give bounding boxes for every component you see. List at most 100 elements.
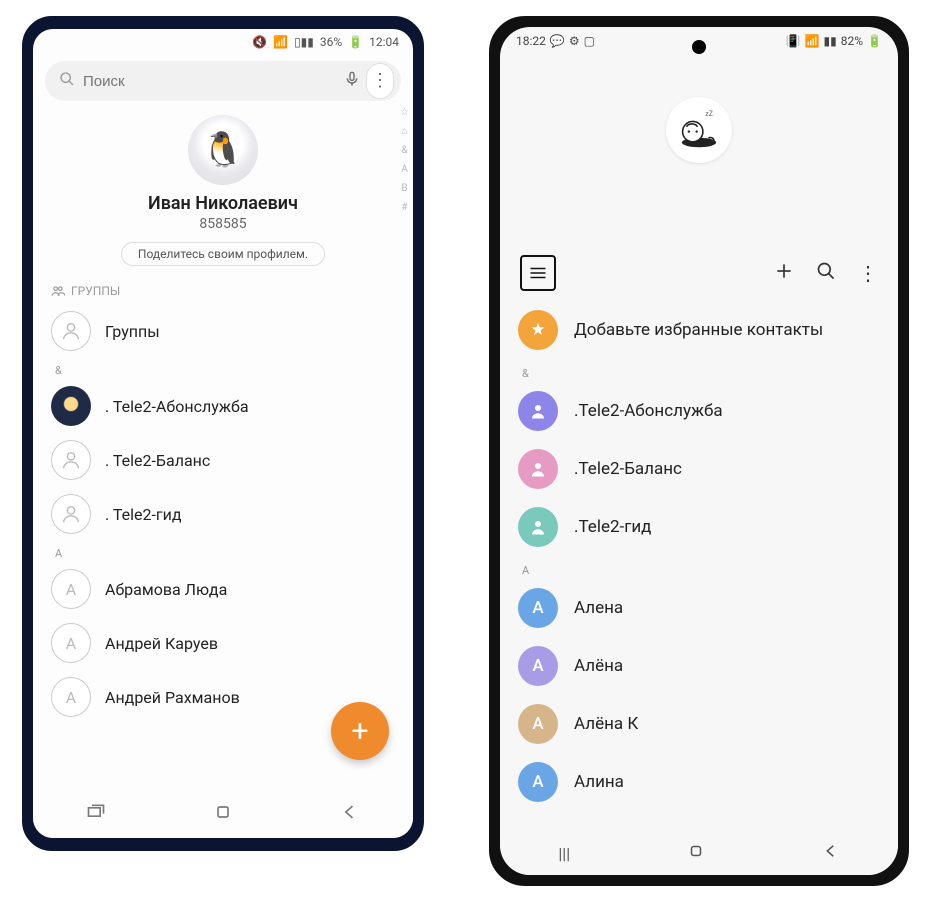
contact-avatar-icon bbox=[518, 507, 558, 547]
contact-row[interactable]: .Tele2-Абонслужба bbox=[516, 382, 882, 440]
contact-avatar-icon bbox=[51, 494, 91, 534]
contact-label: Абрамова Люда bbox=[105, 580, 227, 599]
profile-name: Иван Николаевич bbox=[33, 193, 413, 214]
groups-row[interactable]: Группы bbox=[47, 304, 399, 358]
signal-icon: ▮▮ bbox=[824, 34, 837, 48]
contact-row[interactable]: . Tele2-гид bbox=[47, 487, 399, 541]
profile-number: 858585 bbox=[33, 216, 413, 232]
mute-icon: 🔇 bbox=[252, 35, 267, 49]
share-profile-button[interactable]: Поделитесь своим профилем. bbox=[121, 242, 325, 266]
contact-avatar-letter: А bbox=[518, 588, 558, 628]
star-icon: ★ bbox=[518, 310, 558, 350]
add-button[interactable] bbox=[774, 261, 794, 286]
index-groups[interactable]: ⌂ bbox=[401, 126, 407, 137]
contact-avatar-icon bbox=[51, 440, 91, 480]
contact-row[interactable]: A Абрамова Люда bbox=[47, 562, 399, 616]
contact-row[interactable]: . Tele2-Баланс bbox=[47, 433, 399, 487]
contact-avatar-letter: A bbox=[51, 569, 91, 609]
section-a: A bbox=[500, 556, 898, 579]
screen-right: 18:22 💬 ⚙ ▢ 📳 📶 ▮▮ 82% 🔋 zZ bbox=[500, 27, 898, 875]
system-nav-bar: ||| bbox=[500, 831, 898, 875]
section-amp: & bbox=[33, 358, 413, 379]
more-menu-icon[interactable]: ⋮ bbox=[367, 64, 393, 98]
status-bar-left: 🔇 📶 ▯▮▮ 36% 🔋 12:04 bbox=[33, 29, 413, 55]
contact-label: Андрей Каруев bbox=[105, 634, 218, 653]
chat-icon: 💬 bbox=[550, 34, 565, 48]
index-amp[interactable]: & bbox=[401, 145, 407, 156]
contact-label: .Tele2-Абонслужба bbox=[574, 401, 723, 421]
section-amp: & bbox=[500, 359, 898, 382]
toolbar: ⋮ bbox=[500, 255, 898, 301]
system-nav-bar bbox=[33, 790, 413, 838]
search-button[interactable] bbox=[816, 261, 836, 286]
contact-row[interactable]: . Tele2-Абонслужба bbox=[47, 379, 399, 433]
section-a: A bbox=[33, 541, 413, 562]
contact-label: Алена bbox=[574, 598, 623, 618]
contact-avatar-letter: А bbox=[518, 646, 558, 686]
contact-avatar-icon bbox=[51, 386, 91, 426]
status-battery: 36% bbox=[320, 35, 342, 49]
contact-avatar-letter: A bbox=[51, 623, 91, 663]
search-input[interactable] bbox=[83, 73, 337, 90]
contact-row[interactable]: А Алёна bbox=[516, 637, 882, 695]
contact-label: Алёна К bbox=[574, 714, 638, 734]
status-time: 18:22 bbox=[516, 34, 546, 48]
nav-back-icon[interactable] bbox=[822, 842, 840, 864]
profile-section: 🐧 Иван Николаевич 858585 Поделитесь свои… bbox=[33, 103, 413, 274]
nav-home-icon[interactable] bbox=[213, 802, 233, 827]
nav-recents-icon[interactable]: ||| bbox=[558, 844, 570, 863]
contact-label: . Tele2-гид bbox=[105, 505, 182, 524]
contact-row[interactable]: А Алёна К bbox=[516, 695, 882, 753]
fab-add-contact[interactable]: + bbox=[331, 702, 389, 760]
nav-recents-icon[interactable] bbox=[86, 802, 106, 827]
contact-avatar-letter: А bbox=[518, 762, 558, 802]
nav-home-icon[interactable] bbox=[687, 842, 705, 864]
camera-hole bbox=[692, 40, 706, 54]
status-battery: 82% bbox=[841, 34, 863, 48]
battery-icon: 🔋 bbox=[867, 34, 882, 48]
groups-label: Группы bbox=[105, 322, 160, 341]
contact-avatar-icon bbox=[518, 391, 558, 431]
contact-label: Алёна bbox=[574, 656, 623, 676]
contact-avatar-letter: А bbox=[518, 704, 558, 744]
contact-row[interactable]: А Алена bbox=[516, 579, 882, 637]
favorites-label: Добавьте избранные контакты bbox=[574, 320, 823, 340]
contact-label: .Tele2-Баланс bbox=[574, 459, 682, 479]
contact-label: . Tele2-Абонслужба bbox=[105, 397, 249, 416]
svg-text:zZ: zZ bbox=[705, 109, 713, 118]
index-b[interactable]: B bbox=[401, 183, 407, 194]
favorites-row[interactable]: ★ Добавьте избранные контакты bbox=[516, 301, 882, 359]
contact-row[interactable]: .Tele2-гид bbox=[516, 498, 882, 556]
more-menu-icon[interactable]: ⋮ bbox=[858, 261, 878, 285]
search-icon bbox=[59, 71, 75, 91]
index-a[interactable]: A bbox=[401, 164, 408, 175]
index-hash[interactable]: # bbox=[401, 202, 407, 213]
index-scroll-strip[interactable]: ☆ ⌂ & A B # bbox=[400, 103, 409, 213]
phone-newer: 18:22 💬 ⚙ ▢ 📳 📶 ▮▮ 82% 🔋 zZ bbox=[489, 16, 909, 886]
search-bar[interactable]: ⋮ bbox=[45, 61, 401, 101]
status-time: 12:04 bbox=[369, 35, 399, 49]
contact-row[interactable]: A Андрей Каруев bbox=[47, 616, 399, 670]
contact-row[interactable]: А Алина bbox=[516, 753, 882, 811]
profile-avatar[interactable]: zZ bbox=[666, 97, 732, 163]
wifi-icon: 📶 bbox=[273, 35, 288, 49]
nav-back-icon[interactable] bbox=[340, 802, 360, 827]
menu-button[interactable] bbox=[520, 255, 556, 291]
signal-icon: ▯▮▮ bbox=[294, 35, 314, 49]
contact-label: Алина bbox=[574, 772, 624, 792]
profile-avatar[interactable]: 🐧 bbox=[188, 115, 258, 185]
groups-avatar-icon bbox=[51, 311, 91, 351]
contact-avatar-letter: A bbox=[51, 677, 91, 717]
phone-older: 🔇 📶 ▯▮▮ 36% 🔋 12:04 ⋮ 🐧 Иван Николаевич … bbox=[22, 16, 424, 851]
index-star[interactable]: ☆ bbox=[400, 107, 409, 118]
contact-row[interactable]: .Tele2-Баланс bbox=[516, 440, 882, 498]
contact-label: .Tele2-гид bbox=[574, 517, 651, 537]
plus-icon: + bbox=[351, 714, 368, 749]
mic-icon[interactable] bbox=[337, 69, 367, 94]
contact-label: . Tele2-Баланс bbox=[105, 451, 210, 470]
contact-avatar-icon bbox=[518, 449, 558, 489]
screen-left: 🔇 📶 ▯▮▮ 36% 🔋 12:04 ⋮ 🐧 Иван Николаевич … bbox=[33, 29, 413, 838]
gear-icon: ⚙ bbox=[569, 34, 580, 48]
battery-icon: 🔋 bbox=[348, 35, 363, 49]
wifi-icon: 📶 bbox=[805, 34, 820, 48]
